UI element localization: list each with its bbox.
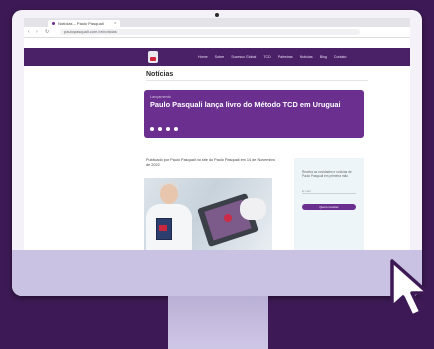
site-logo[interactable] <box>148 51 158 63</box>
tab-close-icon[interactable]: × <box>114 20 116 25</box>
menu-item-contato[interactable]: Contato <box>334 55 347 59</box>
camera-dot <box>215 13 219 17</box>
menu-item-noticias[interactable]: Notícias <box>300 55 313 59</box>
menu-item-tcd[interactable]: TCD <box>263 55 270 59</box>
reload-icon[interactable]: ↻ <box>45 29 49 35</box>
news-headline[interactable]: Paulo Pasquali lança livro do Método TCD… <box>150 101 350 109</box>
tab-title: Notícias – Paulo Pasquali <box>58 21 104 26</box>
url-field[interactable]: paulopasquali.com.br/noticias <box>60 29 360 35</box>
page-title: Notícias <box>146 71 174 78</box>
mouse-pointer-icon <box>390 259 430 318</box>
menu-item-blog[interactable]: Blog <box>320 55 327 59</box>
divider <box>146 80 368 81</box>
favicon-icon <box>52 22 55 25</box>
menu-item-sucesso-global[interactable]: Sucesso Global <box>231 55 256 59</box>
browser-window: Notícias – Paulo Pasquali × ‹ › ↻ paulop… <box>24 18 410 250</box>
article-caption: Publicado por Paulo Pasquali no site do … <box>146 158 275 167</box>
linkedin-icon[interactable]: linkedin <box>166 127 170 131</box>
facebook-icon[interactable]: facebook <box>150 127 154 131</box>
browser-tab[interactable]: Notícias – Paulo Pasquali × <box>48 20 120 27</box>
menu-item-home[interactable]: Home <box>198 55 208 59</box>
menu-item-palestras[interactable]: Palestras <box>278 55 293 59</box>
desktop-monitor: Notícias – Paulo Pasquali × ‹ › ↻ paulop… <box>12 10 422 296</box>
newsletter-sidebar: Receba as novidades e notícias de Paulo … <box>294 158 364 250</box>
forward-icon[interactable]: › <box>36 29 38 35</box>
twitter-icon[interactable]: twitter <box>158 127 162 131</box>
site-navbar: Home Sobre Sucesso Global TCD Palestras … <box>24 48 410 66</box>
whatsapp-icon[interactable]: whatsapp <box>174 127 178 131</box>
news-hero-banner[interactable]: Lançamento Paulo Pasquali lança livro do… <box>144 90 364 138</box>
news-category: Lançamento <box>150 95 171 99</box>
address-bar: ‹ › ↻ paulopasquali.com.br/noticias <box>24 27 410 38</box>
back-icon[interactable]: ‹ <box>28 29 30 35</box>
email-field[interactable]: E-mail <box>302 189 356 194</box>
menu-item-sobre[interactable]: Sobre <box>215 55 225 59</box>
subscribe-button[interactable]: Quero receber <box>302 204 356 210</box>
tab-bar: Notícias – Paulo Pasquali × <box>24 18 410 34</box>
article-photo <box>144 178 272 250</box>
rose-graphic <box>224 214 232 222</box>
monitor-chin <box>12 250 422 296</box>
site-menu: Home Sobre Sucesso Global TCD Palestras … <box>198 55 347 59</box>
hand-figure <box>240 198 266 220</box>
person-head <box>160 184 178 204</box>
share-buttons: facebook twitter linkedin whatsapp <box>150 127 178 131</box>
book-emblem <box>159 225 167 231</box>
newsletter-text: Receba as novidades e notícias de Paulo … <box>302 170 352 178</box>
monitor-stand <box>168 296 268 349</box>
